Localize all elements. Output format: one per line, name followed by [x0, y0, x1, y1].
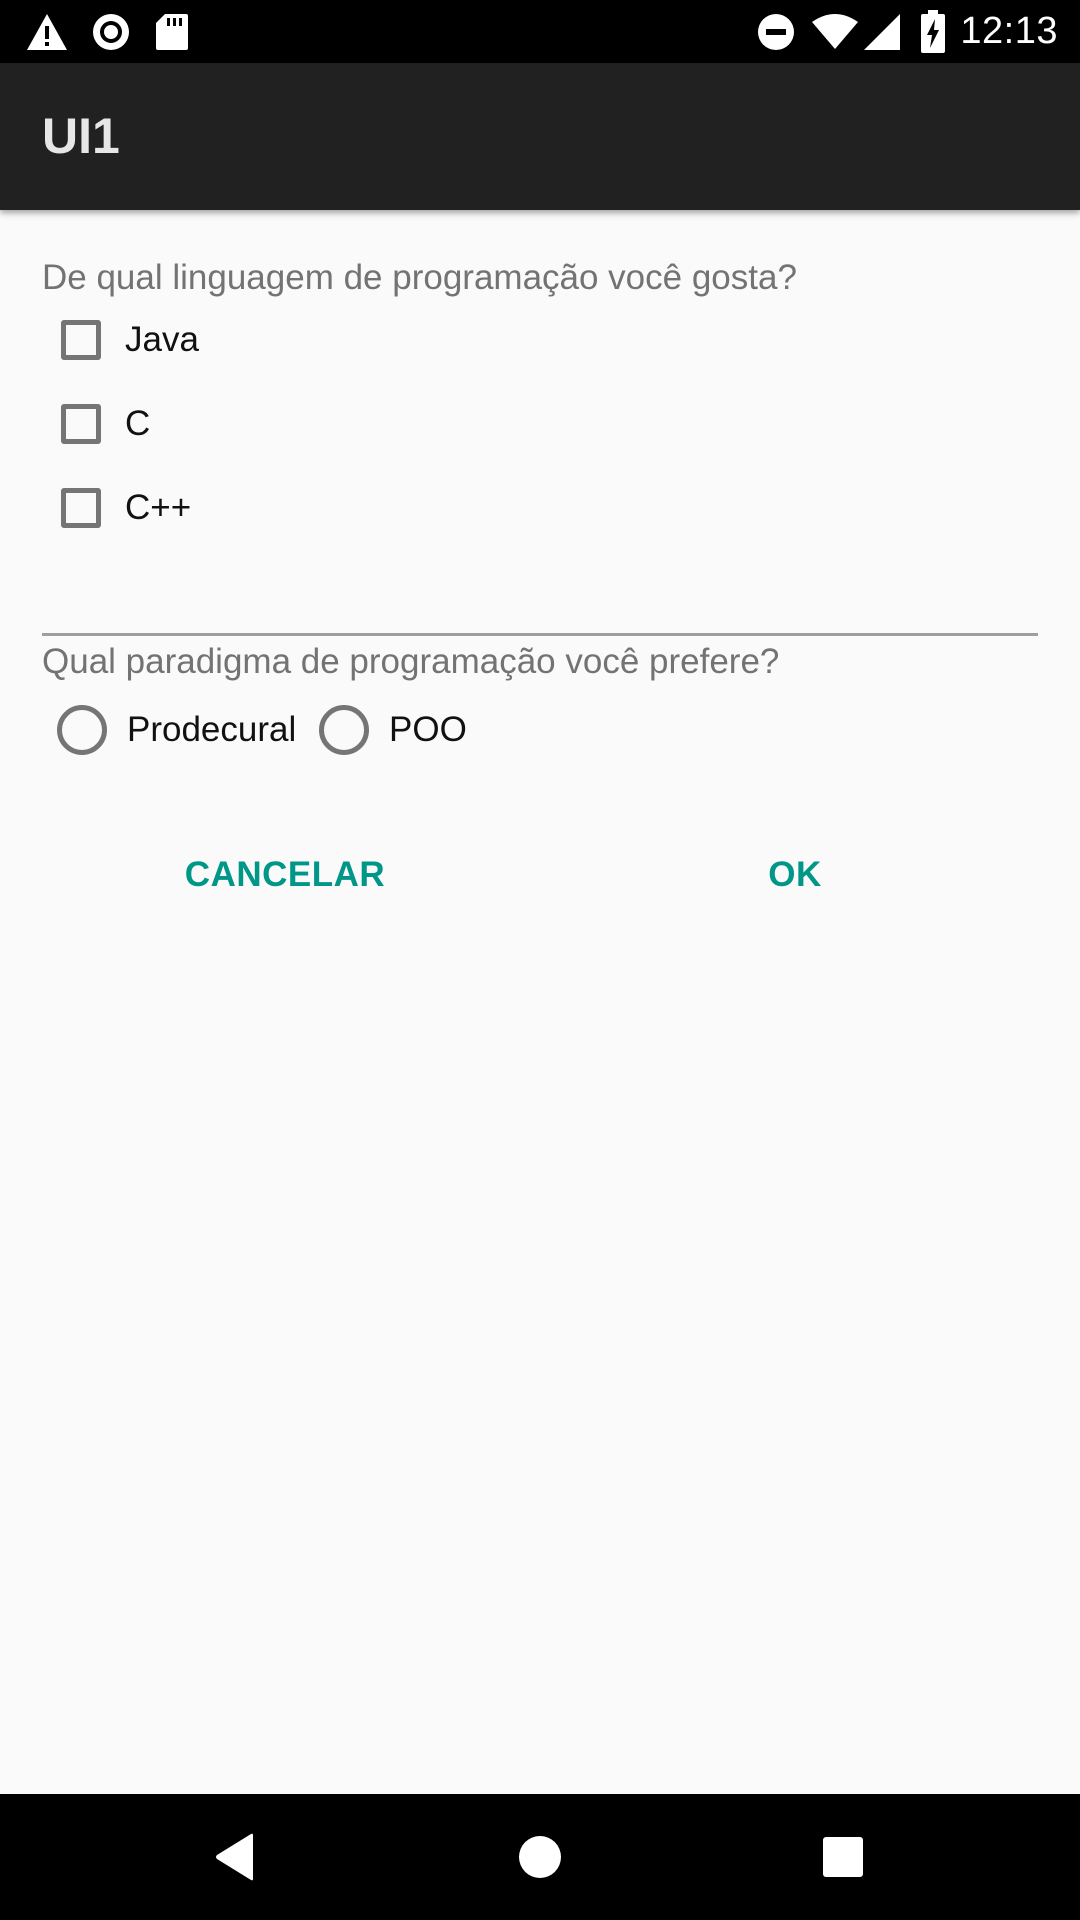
battery-charging-icon — [918, 0, 948, 63]
radio-circle[interactable] — [57, 705, 107, 755]
warning-icon — [24, 0, 70, 63]
sd-card-icon — [152, 0, 192, 63]
do-not-disturb-icon — [756, 0, 796, 63]
checkbox-label: Java — [125, 320, 199, 359]
paradigm-question: Qual paradigma de programação você prefe… — [42, 642, 780, 681]
checkbox-c[interactable]: C — [61, 404, 150, 444]
checkbox-java[interactable]: Java — [61, 320, 199, 360]
navigation-bar — [0, 1794, 1080, 1920]
radio-poo[interactable]: POO — [319, 705, 467, 755]
clock: 12:13 — [960, 10, 1058, 52]
radio-label: POO — [389, 710, 467, 749]
checkbox-cpp[interactable]: C++ — [61, 488, 191, 528]
radio-label: Prodecural — [127, 710, 297, 749]
back-icon[interactable] — [200, 1794, 270, 1920]
checkbox-box[interactable] — [61, 320, 101, 360]
checkbox-box[interactable] — [61, 488, 101, 528]
app-title: UI1 — [42, 108, 120, 164]
language-question: De qual linguagem de programação você go… — [42, 258, 797, 297]
home-icon[interactable] — [505, 1794, 575, 1920]
divider — [42, 633, 1038, 636]
recents-icon[interactable] — [808, 1794, 878, 1920]
radio-circle[interactable] — [319, 705, 369, 755]
record-icon — [88, 0, 134, 63]
wifi-icon — [810, 0, 860, 63]
checkbox-box[interactable] — [61, 404, 101, 444]
ok-button[interactable]: OK — [740, 840, 850, 910]
checkbox-label: C++ — [125, 488, 192, 527]
radio-procedural[interactable]: Prodecural — [57, 705, 296, 755]
app-bar: UI1 — [0, 63, 1080, 210]
checkbox-label: C — [125, 404, 151, 443]
signal-icon — [862, 0, 902, 63]
cancel-button[interactable]: CANCELAR — [170, 840, 400, 910]
status-bar: 12:13 — [0, 0, 1080, 63]
